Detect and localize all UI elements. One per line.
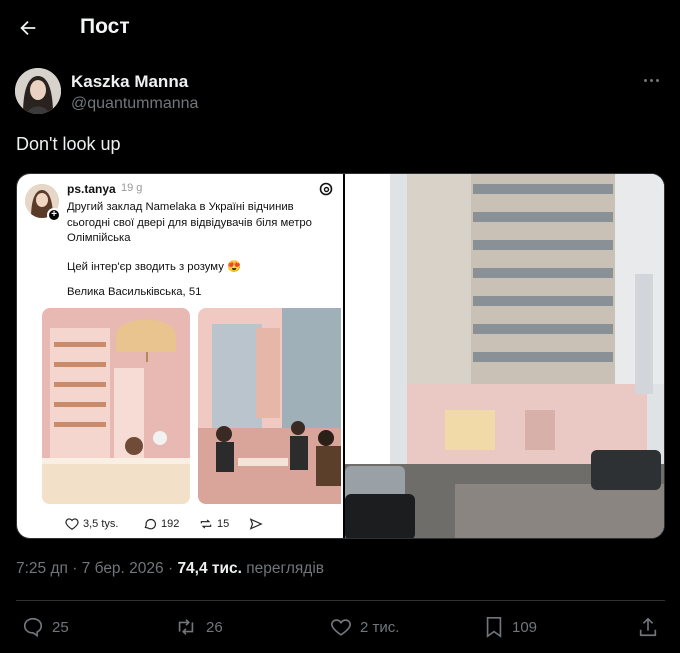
page-title: Пост [80, 15, 130, 38]
share-icon [639, 617, 657, 637]
threads-body: Другий заклад Namelaka в Україні відчини… [67, 201, 312, 244]
avatar[interactable] [15, 68, 61, 114]
building-photo[interactable] [345, 174, 664, 538]
divider [16, 600, 665, 601]
threads-repost-count: 15 [217, 518, 230, 530]
threads-username: ps.tanya [67, 182, 116, 196]
threads-comment: 192 [143, 517, 179, 531]
threads-logo-icon [319, 182, 333, 196]
threads-line-2: Цей інтер'єр зводить з розуму 😍 [67, 261, 242, 273]
repost-icon [178, 619, 194, 635]
threads-like: 3,5 tys. [65, 517, 118, 531]
bookmark-count: 109 [512, 618, 538, 636]
heart-icon [65, 518, 79, 530]
send-icon [249, 518, 263, 530]
threads-like-count: 3,5 tys. [83, 518, 119, 530]
views-label: переглядів [241, 560, 325, 577]
threads-screenshot[interactable]: + ps.tanya 19 g Другий заклад Namelaka в… [17, 174, 343, 538]
like-button[interactable]: 2 тис. [330, 616, 399, 638]
post-text: Don't look up [16, 134, 121, 154]
share-button[interactable] [638, 616, 658, 638]
threads-repost: 15 [199, 517, 229, 531]
threads-actions: 3,5 tys. 192 15 [65, 517, 335, 535]
bookmark-icon [486, 617, 502, 638]
post-author: Kaszka Manna @quantummanna [15, 68, 665, 116]
reply-button[interactable]: 25 [22, 616, 69, 638]
reply-count: 25 [52, 618, 69, 636]
views-count: 74,4 тис. [177, 560, 242, 577]
threads-address: Велика Васильківська, 51 [67, 286, 202, 298]
post-media[interactable]: + ps.tanya 19 g Другий заклад Namelaka в… [16, 173, 665, 539]
post-meta: 7:25 дп · 7 бер. 2026 · 74,4 тис. перегл… [16, 560, 324, 578]
like-count: 2 тис. [360, 618, 400, 636]
threads-time: 19 g [121, 182, 143, 194]
comment-icon [144, 518, 157, 530]
post-actions: 25 26 2 тис. 109 [0, 612, 680, 644]
follow-plus-icon: + [47, 208, 61, 222]
threads-comment-count: 192 [161, 518, 180, 530]
post-timestamp[interactable]: 7:25 дп · 7 бер. 2026 · [16, 560, 177, 577]
threads-share [249, 517, 263, 531]
repost-icon [200, 519, 212, 529]
top-bar: Пост [0, 0, 680, 56]
repost-count: 26 [206, 618, 223, 636]
author-handle[interactable]: @quantummanna [71, 95, 198, 113]
bookmark-button[interactable]: 109 [484, 616, 537, 638]
reply-icon [23, 617, 43, 638]
more-options-icon[interactable] [639, 72, 663, 88]
cafe-interior-photo [198, 308, 341, 504]
author-name[interactable]: Kaszka Manna [71, 72, 188, 92]
heart-icon [331, 619, 351, 636]
back-arrow-icon[interactable] [14, 14, 42, 42]
repost-button[interactable]: 26 [174, 616, 223, 638]
cafe-bar-photo [42, 308, 190, 504]
